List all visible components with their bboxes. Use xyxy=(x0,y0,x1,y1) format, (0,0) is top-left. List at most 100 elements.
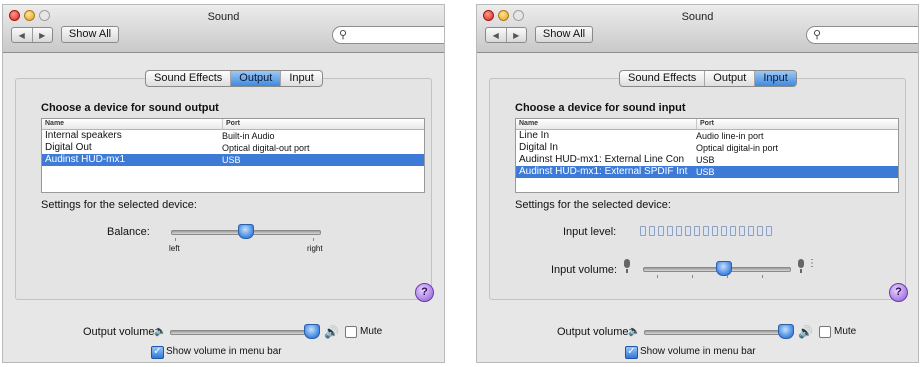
table-row[interactable]: Digital In Optical digital-in port xyxy=(516,142,898,154)
output-volume-slider-track[interactable] xyxy=(644,330,794,335)
slider-tick xyxy=(313,238,314,241)
level-segment xyxy=(703,226,709,236)
device-port: USB xyxy=(222,155,241,165)
search-field[interactable]: ⚲ xyxy=(332,26,444,44)
device-port: Optical digital-out port xyxy=(222,143,310,153)
slider-tick xyxy=(692,275,693,278)
tab-input[interactable]: Input xyxy=(755,71,796,86)
output-volume-label: Output volume: xyxy=(83,326,158,338)
device-port: Audio line-in port xyxy=(696,131,764,141)
output-volume-slider-thumb[interactable] xyxy=(303,324,320,339)
show-volume-checkbox[interactable]: ✓ xyxy=(151,346,164,359)
tab-sound-effects[interactable]: Sound Effects xyxy=(146,71,232,86)
input-level-meter xyxy=(640,226,772,236)
search-icon: ⚲ xyxy=(813,29,822,41)
tab-sound-effects[interactable]: Sound Effects xyxy=(620,71,706,86)
table-row[interactable]: Digital Out Optical digital-out port xyxy=(42,142,424,154)
level-segment xyxy=(766,226,772,236)
tab-bar: Sound Effects Output Input xyxy=(145,70,323,87)
window-title: Sound xyxy=(207,11,240,23)
device-port: Built-in Audio xyxy=(222,131,275,141)
level-segment xyxy=(739,226,745,236)
slider-tick xyxy=(727,275,728,278)
slider-tick xyxy=(762,275,763,278)
column-header-port[interactable]: Port xyxy=(697,119,714,129)
level-segment xyxy=(721,226,727,236)
table-row[interactable]: Internal speakers Built-in Audio xyxy=(42,130,424,142)
back-arrow-icon[interactable]: ◀ xyxy=(12,28,33,42)
show-volume-checkbox[interactable]: ✓ xyxy=(625,346,638,359)
column-header-port[interactable]: Port xyxy=(223,119,240,129)
device-name: Audinst HUD-mx1 xyxy=(45,154,126,165)
table-row-selected[interactable]: Audinst HUD-mx1: External SPDIF Int USB xyxy=(516,166,898,178)
device-name: Internal speakers xyxy=(45,130,122,141)
output-volume-label: Output volume: xyxy=(557,326,632,338)
speaker-low-icon: 🔈 xyxy=(628,326,641,337)
help-button[interactable]: ? xyxy=(889,283,908,302)
level-segment xyxy=(685,226,691,236)
column-header-name[interactable]: Name xyxy=(516,119,697,129)
device-table[interactable]: Name Port Line In Audio line-in port Dig… xyxy=(515,118,899,193)
mute-checkbox[interactable] xyxy=(819,326,831,338)
microphone-waves-icon: ⋮ xyxy=(807,258,817,269)
device-table[interactable]: Name Port Internal speakers Built-in Aud… xyxy=(41,118,425,193)
device-port: Optical digital-in port xyxy=(696,143,779,153)
balance-label: Balance: xyxy=(107,226,150,238)
section-heading: Choose a device for sound input xyxy=(515,102,686,114)
tab-input[interactable]: Input xyxy=(281,71,321,86)
device-name: Line In xyxy=(519,130,550,141)
level-segment xyxy=(757,226,763,236)
search-field[interactable]: ⚲ xyxy=(806,26,918,44)
slider-tick xyxy=(657,275,658,278)
mute-label: Mute xyxy=(834,326,857,337)
microphone-high-icon xyxy=(797,259,805,273)
level-segment xyxy=(712,226,718,236)
level-segment xyxy=(748,226,754,236)
level-segment xyxy=(730,226,736,236)
balance-right-label: right xyxy=(307,244,323,253)
level-segment xyxy=(676,226,682,236)
speaker-high-icon: 🔊 xyxy=(798,325,813,339)
level-segment xyxy=(649,226,655,236)
device-name: Digital Out xyxy=(45,142,92,153)
mute-checkbox[interactable] xyxy=(345,326,357,338)
input-volume-slider-thumb[interactable] xyxy=(716,261,733,276)
device-port: USB xyxy=(696,167,715,177)
table-header: Name Port xyxy=(516,119,898,130)
show-volume-label: Show volume in menu bar xyxy=(640,346,756,357)
microphone-low-icon xyxy=(623,259,631,273)
balance-left-label: left xyxy=(169,244,180,253)
section-heading: Choose a device for sound output xyxy=(41,102,219,114)
output-volume-slider-track[interactable] xyxy=(170,330,320,335)
level-segment xyxy=(667,226,673,236)
balance-slider-thumb[interactable] xyxy=(238,224,254,239)
back-arrow-icon[interactable]: ◀ xyxy=(486,28,507,42)
settings-label: Settings for the selected device: xyxy=(41,199,197,211)
forward-arrow-icon[interactable]: ▶ xyxy=(507,28,527,42)
tab-output[interactable]: Output xyxy=(231,71,282,86)
sound-preferences-window-output: Sound ◀ ▶ Show All ⚲ Sound Effects Outpu… xyxy=(2,4,445,363)
show-all-button[interactable]: Show All xyxy=(535,26,593,43)
level-segment xyxy=(658,226,664,236)
back-forward-control[interactable]: ◀ ▶ xyxy=(11,27,53,43)
tab-bar: Sound Effects Output Input xyxy=(619,70,797,87)
table-row[interactable]: Audinst HUD-mx1: External Line Con USB xyxy=(516,154,898,166)
help-button[interactable]: ? xyxy=(415,283,434,302)
window-title: Sound xyxy=(681,11,714,23)
show-all-button[interactable]: Show All xyxy=(61,26,119,43)
back-forward-control[interactable]: ◀ ▶ xyxy=(485,27,527,43)
input-volume-label: Input volume: xyxy=(551,264,618,276)
output-volume-slider-thumb[interactable] xyxy=(777,324,794,339)
table-row[interactable]: Line In Audio line-in port xyxy=(516,130,898,142)
device-name: Audinst HUD-mx1: External SPDIF Int xyxy=(519,166,688,177)
table-row-selected[interactable]: Audinst HUD-mx1 USB xyxy=(42,154,424,166)
forward-arrow-icon[interactable]: ▶ xyxy=(33,28,53,42)
mute-label: Mute xyxy=(360,326,383,337)
settings-label: Settings for the selected device: xyxy=(515,199,671,211)
column-header-name[interactable]: Name xyxy=(42,119,223,129)
tab-output[interactable]: Output xyxy=(705,71,756,86)
device-port: USB xyxy=(696,155,715,165)
level-segment xyxy=(640,226,646,236)
show-volume-label: Show volume in menu bar xyxy=(166,346,282,357)
level-segment xyxy=(694,226,700,236)
